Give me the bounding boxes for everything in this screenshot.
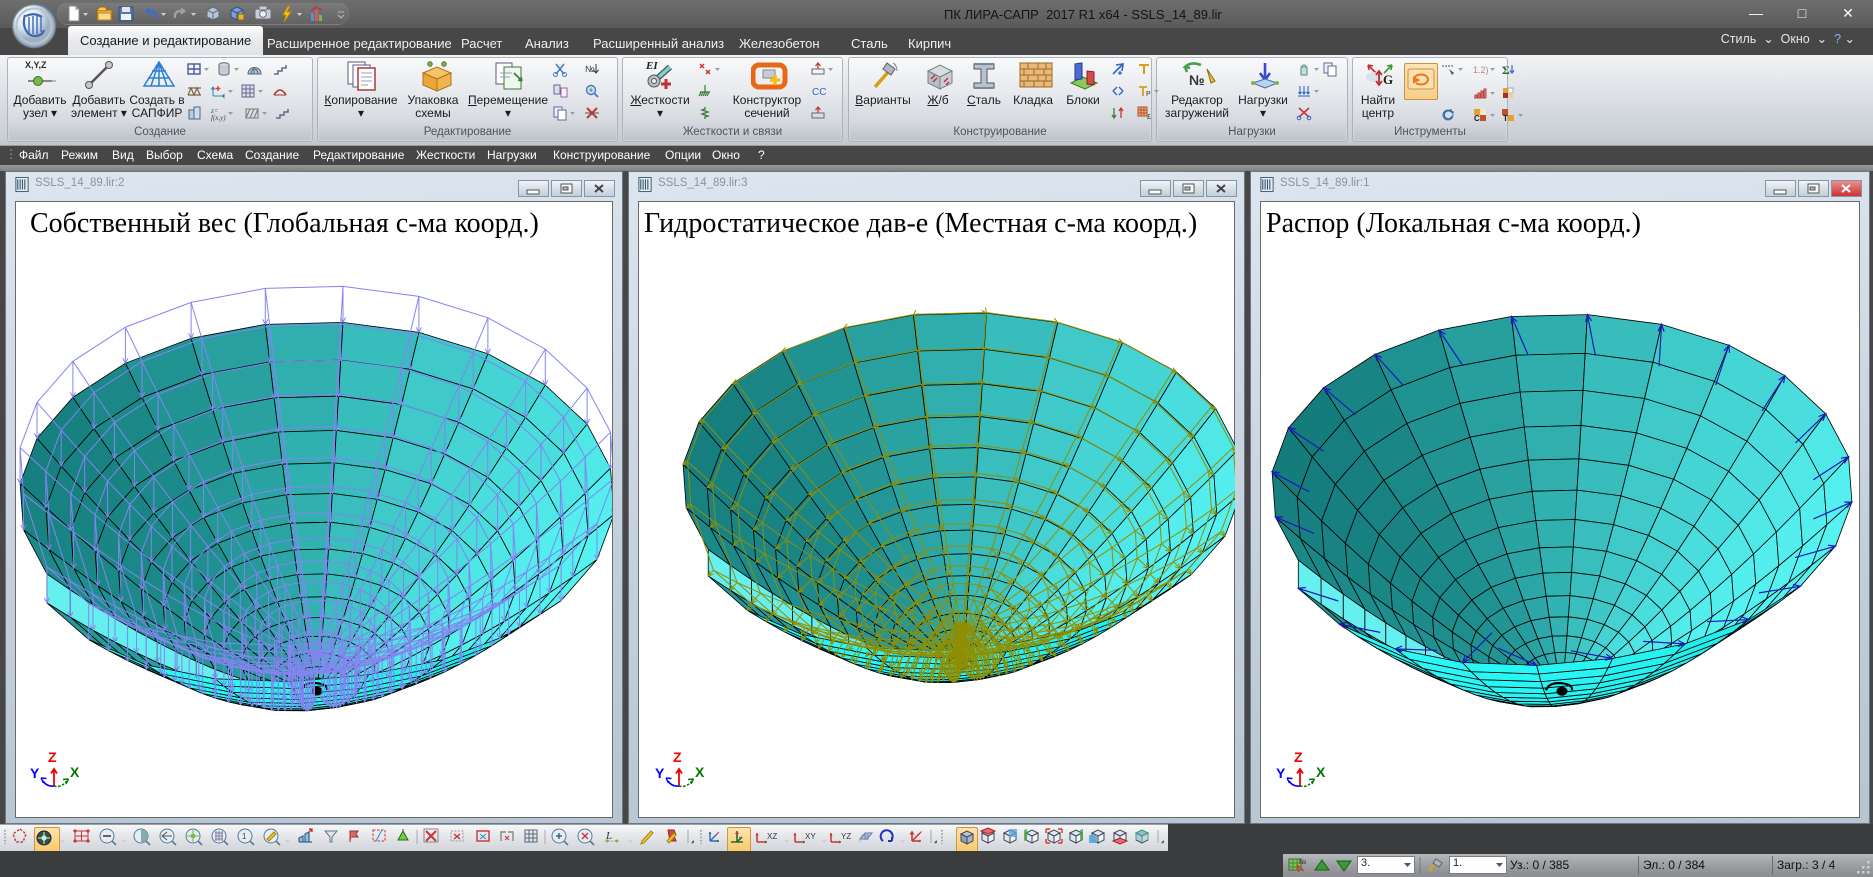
svg-text:1: 1 <box>242 832 247 841</box>
svg-text:X: X <box>695 764 705 780</box>
svg-text:Z: Z <box>1294 749 1303 765</box>
svg-text:£: £ <box>1147 114 1151 121</box>
svg-text:X: X <box>1316 764 1326 780</box>
svg-text:G: G <box>1383 72 1393 87</box>
svg-text:X,Y,Z: X,Y,Z <box>25 60 47 70</box>
svg-text:Z: Z <box>673 749 682 765</box>
svg-text:XZ: XZ <box>767 832 777 841</box>
svg-text:Y: Y <box>30 765 40 781</box>
svg-text:EI: EI <box>645 60 658 72</box>
svg-text:№: № <box>585 64 595 74</box>
svg-text:C: C <box>1474 114 1480 123</box>
svg-text:CC: CC <box>812 87 826 98</box>
svg-text:1.2): 1.2) <box>1473 65 1489 75</box>
svg-text:X: X <box>70 764 80 780</box>
svg-text:f(x,y): f(x,y) <box>211 114 226 122</box>
svg-text:T: T <box>1503 114 1508 123</box>
svg-text:XY: XY <box>805 832 816 841</box>
svg-text:Y: Y <box>655 765 665 781</box>
svg-text:P: P <box>1146 91 1151 98</box>
svg-text:Σ: Σ <box>1502 63 1510 77</box>
svg-text:YZ: YZ <box>841 832 851 841</box>
svg-text:Z: Z <box>48 749 57 765</box>
svg-text:№: № <box>1189 72 1205 88</box>
svg-text:№: № <box>1299 859 1307 866</box>
svg-text:Y: Y <box>1276 765 1286 781</box>
